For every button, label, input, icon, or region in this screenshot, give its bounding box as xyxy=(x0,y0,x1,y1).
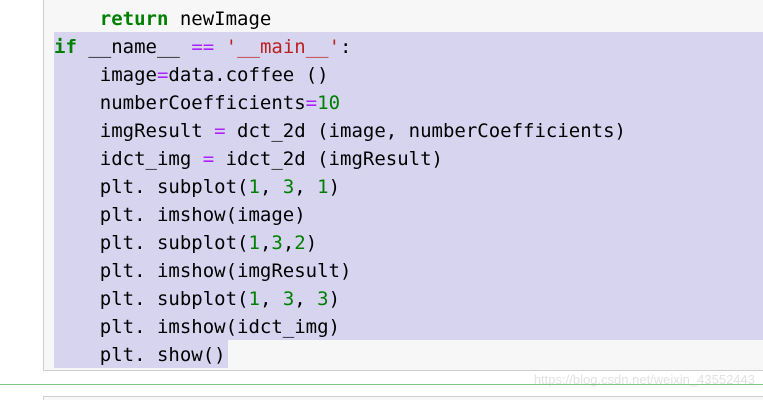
code-line-if-main[interactable]: if __name__ == '__main__': xyxy=(54,33,352,61)
variable: image xyxy=(99,64,157,86)
comma: , xyxy=(259,176,283,198)
number-literal: 1 xyxy=(248,176,260,198)
number-literal: 3 xyxy=(317,288,329,310)
code-line-imgresult[interactable]: imgResult = dct_2d (image, numberCoeffic… xyxy=(54,117,626,145)
code-line-numbercoefficients[interactable]: numberCoefficients=10 xyxy=(54,89,340,117)
comma: , xyxy=(294,288,318,310)
paren-close: ) xyxy=(305,232,318,254)
operator-equals: == xyxy=(191,36,215,58)
number-literal: 1 xyxy=(248,288,260,310)
comma: , xyxy=(294,176,318,198)
number-literal: 10 xyxy=(317,92,341,114)
colon: : xyxy=(340,36,352,58)
variable: imgResult xyxy=(99,120,215,142)
code-line-imshow-idct[interactable]: plt. imshow(idct_img) xyxy=(54,313,340,341)
number-literal: 1 xyxy=(248,232,260,254)
operator-assign: = xyxy=(305,92,318,114)
number-literal: 3 xyxy=(271,232,283,254)
number-literal: 2 xyxy=(294,232,306,254)
comma: , xyxy=(259,232,272,254)
operator-assign: = xyxy=(214,120,226,142)
code-line-subplot-2[interactable]: plt. subplot(1,3,2) xyxy=(54,229,317,257)
next-code-cell[interactable] xyxy=(43,396,763,400)
code-line-subplot-1[interactable]: plt. subplot(1, 3, 1) xyxy=(54,173,340,201)
code-text: plt. subplot( xyxy=(99,288,249,310)
code-line-show[interactable]: plt. show() xyxy=(54,341,226,369)
code-text: plt. imshow(image) xyxy=(99,204,306,226)
comma: , xyxy=(282,232,295,254)
dunder-name: __name__ xyxy=(88,36,180,58)
code-text: plt. subplot( xyxy=(99,176,249,198)
comma: , xyxy=(259,288,283,310)
code-text: dct_2d (image, numberCoefficients) xyxy=(225,120,626,142)
cell-separator xyxy=(0,384,763,385)
operator-assign: = xyxy=(202,148,215,170)
keyword-if: if xyxy=(54,36,77,58)
code-line-image[interactable]: image=data.coffee () xyxy=(54,61,329,89)
code-text: plt. subplot( xyxy=(99,232,249,254)
code-text: newImage xyxy=(168,8,272,30)
number-literal: 3 xyxy=(282,176,295,198)
code-text: plt. imshow(idct_img) xyxy=(99,316,340,338)
code-text: data.coffee () xyxy=(168,64,329,86)
variable: idct_img xyxy=(99,148,203,170)
code-line-imshow-image[interactable]: plt. imshow(image) xyxy=(54,201,306,229)
number-literal: 3 xyxy=(282,288,295,310)
operator-assign: = xyxy=(156,64,169,86)
paren-close: ) xyxy=(328,288,341,310)
code-line-subplot-3[interactable]: plt. subplot(1, 3, 3) xyxy=(54,285,340,313)
paren-close: ) xyxy=(328,176,341,198)
code-line-return[interactable]: return newImage xyxy=(54,5,272,33)
keyword-return: return xyxy=(99,8,169,30)
code-line-imshow-imgresult[interactable]: plt. imshow(imgResult) xyxy=(54,257,352,285)
code-cell[interactable]: return newImage if __name__ == '__main__… xyxy=(43,0,763,371)
code-line-idct-img[interactable]: idct_img = idct_2d (imgResult) xyxy=(54,145,443,173)
code-text: plt. show() xyxy=(99,344,226,366)
variable: numberCoefficients xyxy=(99,92,306,114)
code-text: plt. imshow(imgResult) xyxy=(99,260,352,282)
string-main: '__main__' xyxy=(225,36,341,58)
code-text: idct_2d (imgResult) xyxy=(214,148,443,170)
number-literal: 1 xyxy=(317,176,329,198)
